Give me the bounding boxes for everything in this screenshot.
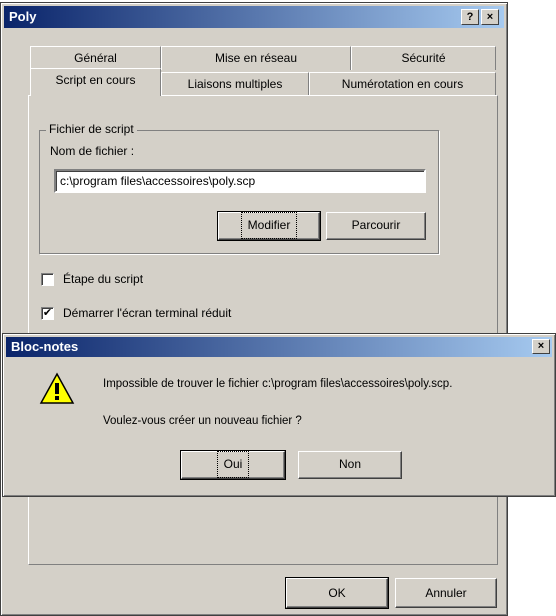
notepad-title-bar[interactable]: Bloc-notes × [6, 337, 552, 357]
script-file-groupbox: Fichier de script Nom de fichier : Modif… [39, 122, 439, 254]
browse-button-label: Parcourir [351, 218, 401, 232]
poly-properties-window: Poly ? × Général Mise en réseau Sécurité… [0, 2, 508, 616]
yes-button-label: Oui [216, 451, 250, 478]
notepad-title: Bloc-notes [11, 339, 79, 354]
cancel-button-label: Annuler [425, 586, 467, 600]
yes-button[interactable]: Oui [180, 450, 286, 480]
tab-numerotation-en-cours[interactable]: Numérotation en cours [309, 72, 496, 96]
tab-general[interactable]: Général [30, 46, 161, 70]
browse-button[interactable]: Parcourir [326, 212, 426, 240]
close-icon: × [537, 340, 545, 352]
tab-liaisons-multiples[interactable]: Liaisons multiples [161, 72, 309, 96]
tab-mise-en-reseau[interactable]: Mise en réseau [161, 46, 351, 70]
tab-securite-label: Sécurité [401, 51, 446, 65]
help-icon: ? [466, 11, 474, 23]
poly-title-bar[interactable]: Poly ? × [4, 6, 504, 28]
check-mark-icon: ✔ [42, 307, 53, 319]
notepad-close-button[interactable]: × [532, 339, 550, 354]
filename-field[interactable] [54, 169, 426, 193]
terminal-reduced-label[interactable]: Démarrer l'écran terminal réduit [63, 306, 231, 320]
step-script-label[interactable]: Étape du script [63, 272, 143, 286]
tab-securite[interactable]: Sécurité [351, 46, 496, 70]
step-script-checkbox[interactable] [41, 273, 54, 286]
no-button[interactable]: Non [298, 451, 402, 479]
error-message: Impossible de trouver le fichier c:\prog… [103, 378, 453, 390]
filename-label: Nom de fichier : [50, 144, 134, 158]
ok-button[interactable]: OK [285, 577, 389, 609]
groupbox-title: Fichier de script [46, 122, 137, 136]
warning-icon [39, 372, 75, 404]
tab-liaisons-multiples-label: Liaisons multiples [187, 77, 283, 91]
terminal-reduced-checkbox[interactable]: ✔ [41, 307, 54, 320]
tab-numerotation-en-cours-label: Numérotation en cours [341, 77, 464, 91]
ok-button-label: OK [328, 586, 346, 600]
tab-script-en-cours-label: Script en cours [55, 73, 136, 87]
create-file-question: Voulez-vous créer un nouveau fichier ? [103, 415, 302, 427]
close-icon: × [486, 11, 494, 23]
no-button-label: Non [338, 457, 361, 471]
window-title: Poly [9, 9, 37, 24]
cancel-button[interactable]: Annuler [395, 578, 497, 608]
modify-button-label: Modifier [240, 212, 298, 239]
notepad-dialog: Bloc-notes × Impossible de trouver le fi… [2, 333, 556, 497]
tab-general-label: Général [74, 51, 117, 65]
close-button[interactable]: × [481, 9, 499, 25]
modify-button[interactable]: Modifier [217, 211, 321, 241]
filename-label-text: Nom de fichier : [50, 144, 135, 158]
help-button[interactable]: ? [461, 9, 479, 25]
tab-script-en-cours[interactable]: Script en cours [30, 68, 161, 96]
tab-mise-en-reseau-label: Mise en réseau [214, 51, 298, 65]
